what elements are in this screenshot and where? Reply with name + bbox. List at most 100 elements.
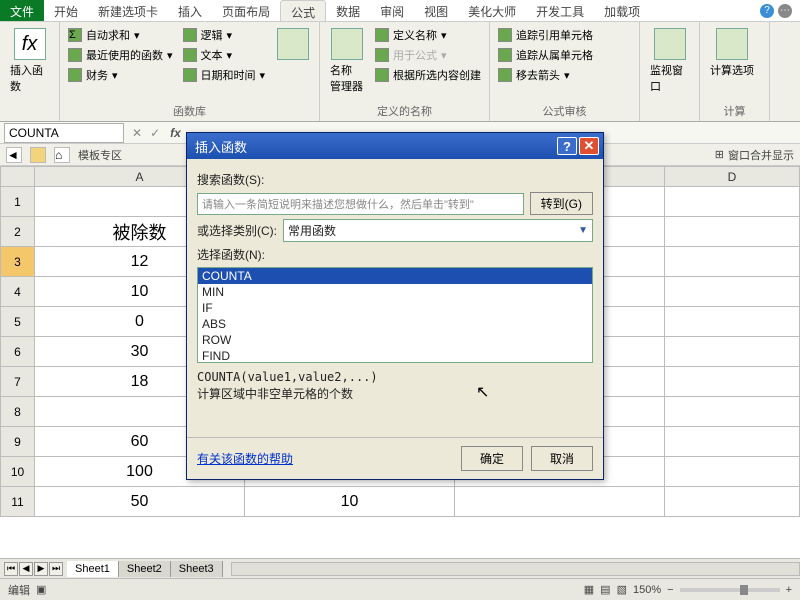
help-icon[interactable]: ?	[760, 4, 774, 18]
view-normal-icon[interactable]: ▦	[584, 583, 594, 596]
calc-label: 计算	[700, 103, 769, 119]
macro-icon[interactable]: ▣	[36, 583, 46, 596]
row-5[interactable]: 5	[1, 307, 35, 337]
category-select[interactable]: 常用函数▼	[283, 219, 593, 242]
ribbon: fx插入函数 Σ自动求和 ▾ 最近使用的函数 ▾ 财务 ▾ 逻辑 ▾ 文本 ▾ …	[0, 22, 800, 122]
mode-label: 编辑	[8, 582, 30, 598]
menu-tabs: 文件 开始 新建选项卡 插入 页面布局 公式 数据 审阅 视图 美化大师 开发工…	[0, 0, 800, 22]
autosum-button[interactable]: Σ自动求和 ▾	[66, 26, 175, 44]
next-sheet-icon[interactable]: ▶	[34, 562, 48, 576]
template-link[interactable]: 模板专区	[78, 147, 122, 163]
fn-syntax: COUNTA(value1,value2,...)	[197, 369, 593, 386]
tab-data[interactable]: 数据	[326, 0, 370, 21]
fn-option[interactable]: MIN	[198, 284, 592, 300]
cancel-icon[interactable]: ✕	[128, 126, 146, 140]
finance-button[interactable]: 财务 ▾	[66, 66, 175, 84]
zoom-level[interactable]: 150%	[633, 584, 661, 596]
dialog-titlebar[interactable]: 插入函数 ? ✕	[187, 133, 603, 159]
zoom-in-icon[interactable]: +	[786, 584, 792, 596]
define-name-button[interactable]: 定义名称 ▾	[373, 26, 483, 44]
create-from-sel-button[interactable]: 根据所选内容创建	[373, 66, 483, 84]
folder-icon[interactable]	[30, 147, 46, 163]
first-sheet-icon[interactable]: ⏮	[4, 562, 18, 576]
go-button[interactable]: 转到(G)	[530, 192, 593, 215]
row-8[interactable]: 8	[1, 397, 35, 427]
fn-option[interactable]: COUNTA	[198, 268, 592, 284]
tab-beautify[interactable]: 美化大师	[458, 0, 526, 21]
datetime-button[interactable]: 日期和时间 ▾	[181, 66, 268, 84]
cancel-button[interactable]: 取消	[531, 446, 593, 471]
trace-prec-button[interactable]: 追踪引用单元格	[496, 26, 595, 44]
prev-sheet-icon[interactable]: ◀	[19, 562, 33, 576]
fnlib-label: 函数库	[60, 103, 319, 119]
cell-B11[interactable]: 10	[245, 487, 455, 517]
row-3[interactable]: 3	[1, 247, 35, 277]
row-2[interactable]: 2	[1, 217, 35, 247]
back-icon[interactable]: ◄	[6, 147, 22, 163]
ok-button[interactable]: 确定	[461, 446, 523, 471]
function-list[interactable]: COUNTA MIN IF ABS ROW FIND COUNTIF	[197, 267, 593, 363]
text-button[interactable]: 文本 ▾	[181, 46, 268, 64]
fn-option[interactable]: ROW	[198, 332, 592, 348]
search-input[interactable]: 请输入一条简短说明来描述您想做什么，然后单击"转到"	[197, 193, 524, 215]
use-in-formula-button[interactable]: 用于公式 ▾	[373, 46, 483, 64]
select-fn-label: 选择函数(N):	[197, 246, 265, 263]
tab-dev[interactable]: 开发工具	[526, 0, 594, 21]
grid-icon[interactable]: ⊞	[715, 148, 724, 161]
row-7[interactable]: 7	[1, 367, 35, 397]
fn-help-link[interactable]: 有关该函数的帮助	[197, 450, 293, 467]
tab-start[interactable]: 开始	[44, 0, 88, 21]
sheet-tab-bar: ⏮ ◀ ▶ ⏭ Sheet1 Sheet2 Sheet3	[0, 558, 800, 578]
fx-icon[interactable]: fx	[164, 126, 187, 140]
sheet-tab-2[interactable]: Sheet2	[119, 561, 171, 577]
watch-window-button[interactable]: 监视窗口	[646, 26, 693, 117]
accept-icon[interactable]: ✓	[146, 126, 164, 140]
name-box[interactable]	[4, 123, 124, 143]
search-label: 搜索函数(S):	[197, 171, 264, 188]
status-bar: 编辑 ▣ ▦ ▤ ▧ 150% − +	[0, 578, 800, 600]
home-icon[interactable]: ⌂	[54, 147, 70, 163]
row-11[interactable]: 11	[1, 487, 35, 517]
zoom-out-icon[interactable]: −	[667, 584, 673, 596]
horizontal-scrollbar[interactable]	[231, 562, 800, 576]
fn-description: 计算区域中非空单元格的个数	[197, 386, 593, 403]
row-6[interactable]: 6	[1, 337, 35, 367]
trace-dep-button[interactable]: 追踪从属单元格	[496, 46, 595, 64]
row-4[interactable]: 4	[1, 277, 35, 307]
chevron-down-icon: ▼	[578, 225, 588, 236]
tab-review[interactable]: 审阅	[370, 0, 414, 21]
last-sheet-icon[interactable]: ⏭	[49, 562, 63, 576]
sheet-tab-1[interactable]: Sheet1	[67, 561, 119, 577]
audit-label: 公式审核	[490, 103, 639, 119]
tab-view[interactable]: 视图	[414, 0, 458, 21]
logic-button[interactable]: 逻辑 ▾	[181, 26, 268, 44]
view-break-icon[interactable]: ▧	[617, 583, 627, 596]
fn-option[interactable]: FIND	[198, 348, 592, 363]
insert-function-dialog: 插入函数 ? ✕ 搜索函数(S): 请输入一条简短说明来描述您想做什么，然后单击…	[186, 132, 604, 480]
col-D[interactable]: D	[665, 167, 800, 187]
category-label: 或选择类别(C):	[197, 222, 277, 239]
view-layout-icon[interactable]: ▤	[600, 583, 610, 596]
remove-arrows-button[interactable]: 移去箭头 ▾	[496, 66, 595, 84]
merge-display-label: 窗口合并显示	[728, 147, 794, 163]
zoom-slider[interactable]	[680, 588, 780, 592]
tab-layout[interactable]: 页面布局	[212, 0, 280, 21]
more-fn-icon[interactable]	[273, 26, 313, 62]
tab-formula[interactable]: 公式	[280, 0, 326, 21]
dialog-close-icon[interactable]: ✕	[579, 137, 599, 155]
row-10[interactable]: 10	[1, 457, 35, 487]
fn-option[interactable]: IF	[198, 300, 592, 316]
dialog-help-icon[interactable]: ?	[557, 137, 577, 155]
tab-insert[interactable]: 插入	[168, 0, 212, 21]
insert-function-button[interactable]: fx插入函数	[6, 26, 53, 117]
recent-fn-button[interactable]: 最近使用的函数 ▾	[66, 46, 175, 64]
tab-file[interactable]: 文件	[0, 0, 44, 21]
fn-option[interactable]: ABS	[198, 316, 592, 332]
sheet-tab-3[interactable]: Sheet3	[171, 561, 223, 577]
info-icon[interactable]: ⋯	[778, 4, 792, 18]
cell-A11[interactable]: 50	[35, 487, 245, 517]
tab-addin[interactable]: 加载项	[594, 0, 650, 21]
tab-newtab[interactable]: 新建选项卡	[88, 0, 168, 21]
row-1[interactable]: 1	[1, 187, 35, 217]
row-9[interactable]: 9	[1, 427, 35, 457]
